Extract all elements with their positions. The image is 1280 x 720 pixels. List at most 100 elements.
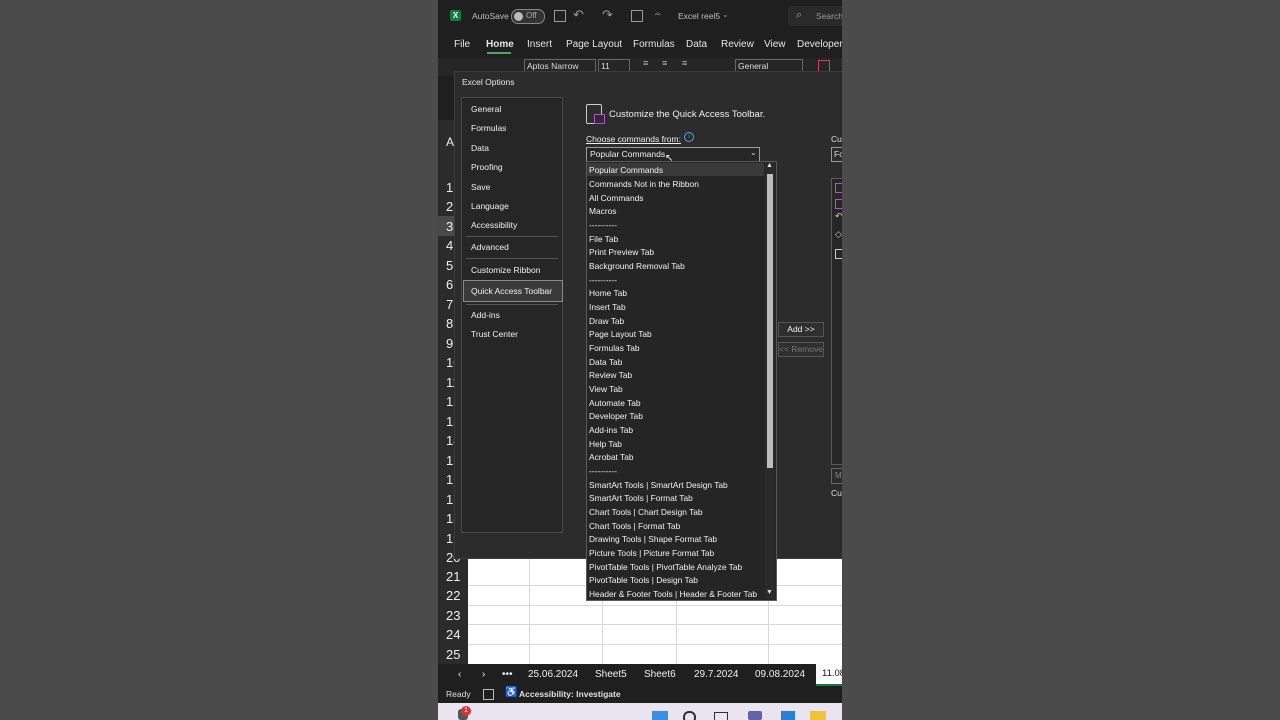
tab-data[interactable]: Data [686,39,707,50]
dropdown-item-header-footer-tab[interactable]: Header & Footer Tools | Header & Footer … [589,589,757,599]
commands-dropdown-list[interactable]: Popular Commands Commands Not in the Rib… [586,161,777,601]
dropdown-item-macros[interactable]: Macros [589,206,616,216]
customize-qat-select-partial[interactable]: Fo [831,147,842,162]
sheet-scroll-right-icon[interactable]: › [482,669,485,680]
align-left-icon[interactable]: ≡ [643,58,648,68]
undo-icon[interactable]: ↶ [573,7,584,23]
dropdown-item-formulas-tab[interactable]: Formulas Tab [589,343,640,353]
nav-general[interactable]: General [471,104,501,114]
dropdown-item-view-tab[interactable]: View Tab [589,384,623,394]
nav-customize-ribbon[interactable]: Customize Ribbon [471,265,540,275]
dropdown-item-picture-format-tab[interactable]: Picture Tools | Picture Format Tab [589,548,714,558]
dropdown-item-popular-commands[interactable]: Popular Commands [589,165,663,175]
dropdown-item-print-preview-tab[interactable]: Print Preview Tab [589,247,654,257]
dropdown-item-shape-format-tab[interactable]: Drawing Tools | Shape Format Tab [589,534,717,544]
tab-home-underline [487,52,511,54]
nav-advanced[interactable]: Advanced [471,242,509,252]
dropdown-item-home-tab[interactable]: Home Tab [589,288,627,298]
nav-divider [466,304,558,305]
form-icon[interactable] [631,10,643,22]
sheet-scroll-left-icon[interactable]: ‹ [458,669,461,680]
nav-language[interactable]: Language [471,201,509,211]
macro-record-icon[interactable] [483,689,494,700]
sheet-tab[interactable]: Sheet5 [595,669,627,680]
align-center-icon[interactable]: ≡ [662,58,667,68]
info-icon[interactable]: i [684,132,694,142]
dropdown-item-smartart-format-tab[interactable]: SmartArt Tools | Format Tab [589,493,693,503]
modify-button-partial[interactable]: M [831,468,842,484]
remove-button[interactable]: << Remove [778,342,824,357]
filename-chevron-icon[interactable]: ⌄ [722,10,729,19]
dropdown-item-pivottable-analyze-tab[interactable]: PivotTable Tools | PivotTable Analyze Ta… [589,562,742,572]
nav-proofing[interactable]: Proofing [471,162,503,172]
more-sheets-icon[interactable]: ••• [502,669,513,680]
row-header[interactable]: 25 [438,647,476,662]
align-right-icon[interactable]: ≡ [682,58,687,68]
nav-save[interactable]: Save [471,182,490,192]
dropdown-item-pivottable-design-tab[interactable]: PivotTable Tools | Design Tab [589,575,698,585]
sheet-tab[interactable]: 25.06.2024 [528,669,578,680]
nav-trust-center[interactable]: Trust Center [471,329,518,339]
dropdown-item-data-tab[interactable]: Data Tab [589,357,622,367]
tab-formulas[interactable]: Formulas [633,39,675,50]
dropdown-item-commands-not-in-ribbon[interactable]: Commands Not in the Ribbon [589,179,699,189]
store-icon[interactable] [781,711,795,720]
scroll-up-icon[interactable]: ▲ [766,162,773,169]
row-header[interactable]: 21 [438,569,476,584]
sheet-tab[interactable]: 09.08.2024 [755,669,805,680]
redo-icon[interactable]: ↷ [602,7,613,23]
tab-view[interactable]: View [764,39,786,50]
sheet-tab[interactable]: 29.7.2024 [694,669,739,680]
nav-accessibility[interactable]: Accessibility [471,220,517,230]
nav-quick-access-toolbar[interactable]: Quick Access Toolbar [471,286,552,296]
scrollbar-thumb[interactable] [767,174,773,468]
dropdown-item-help-tab[interactable]: Help Tab [589,439,622,449]
autosave-toggle[interactable]: Off [511,9,545,24]
tab-insert[interactable]: Insert [527,39,552,50]
grid-line [468,624,842,625]
tab-page-layout[interactable]: Page Layout [566,39,622,50]
dropdown-item-draw-tab[interactable]: Draw Tab [589,316,624,326]
dropdown-item-developer-tab[interactable]: Developer Tab [589,411,643,421]
dropdown-item-acrobat-tab[interactable]: Acrobat Tab [589,452,634,462]
dropdown-item-smartart-design-tab[interactable]: SmartArt Tools | SmartArt Design Tab [589,480,728,490]
customize-qat-icon[interactable]: ⩪ [654,9,662,20]
active-sheet-tab[interactable]: 11.08 [816,664,842,686]
dropdown-item-automate-tab[interactable]: Automate Tab [589,398,641,408]
dropdown-item-chart-design-tab[interactable]: Chart Tools | Chart Design Tab [589,507,703,517]
nav-add-ins[interactable]: Add-ins [471,310,500,320]
teams-icon[interactable] [748,711,762,720]
windows-start-icon[interactable] [652,711,668,720]
search-box[interactable]: ⌕ Search [788,6,842,26]
macro-icon [835,199,842,209]
accessibility-status[interactable]: Accessibility: Investigate [519,689,621,699]
row-header[interactable]: 24 [438,627,476,642]
dropdown-item-file-tab[interactable]: File Tab [589,234,618,244]
row-header[interactable]: 22 [438,588,476,603]
sheet-tab[interactable]: Sheet6 [644,669,676,680]
dropdown-item-background-removal-tab[interactable]: Background Removal Tab [589,261,685,271]
nav-data[interactable]: Data [471,143,489,153]
dropdown-scrollbar[interactable]: ▲ ▼ [765,162,775,599]
task-view-icon[interactable] [714,712,728,720]
tab-home[interactable]: Home [486,39,514,50]
dropdown-item-insert-tab[interactable]: Insert Tab [589,302,626,312]
name-box-partial[interactable]: A [446,135,454,149]
row-header[interactable]: 23 [438,608,476,623]
dropdown-item-page-layout-tab[interactable]: Page Layout Tab [589,329,652,339]
scroll-down-icon[interactable]: ▼ [766,589,773,596]
file-explorer-icon[interactable] [810,711,826,720]
tab-file[interactable]: File [454,39,470,50]
tab-developer[interactable]: Developer [797,39,842,50]
dropdown-item-chart-format-tab[interactable]: Chart Tools | Format Tab [589,521,680,531]
taskbar-search-icon[interactable] [683,711,696,720]
add-button[interactable]: Add >> [778,322,824,337]
tab-review[interactable]: Review [721,39,754,50]
save-icon[interactable] [554,10,566,22]
qat-commands-list-partial[interactable]: ↶ ◇ [831,178,842,465]
dropdown-item-add-ins-tab[interactable]: Add-ins Tab [589,425,633,435]
dropdown-item-all-commands[interactable]: All Commands [589,193,643,203]
notification-count: 1 [464,707,468,714]
nav-formulas[interactable]: Formulas [471,123,506,133]
dropdown-item-review-tab[interactable]: Review Tab [589,370,632,380]
